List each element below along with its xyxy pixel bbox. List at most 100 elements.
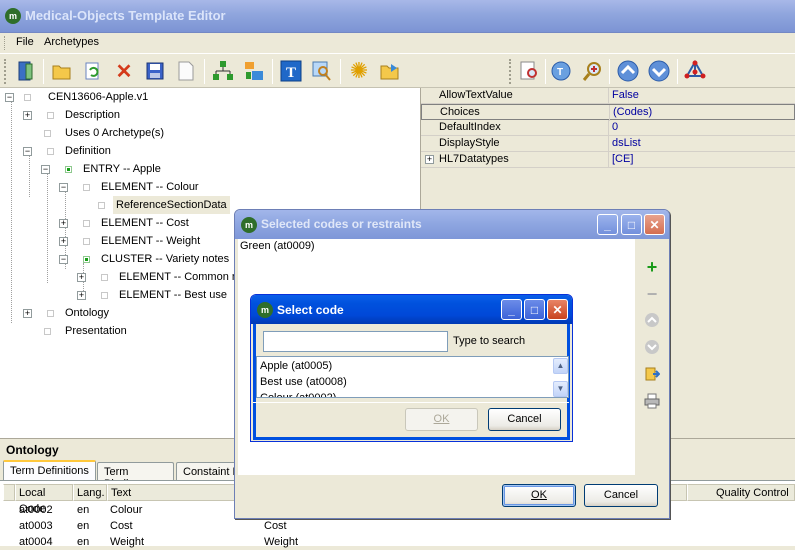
search-input[interactable]: [263, 331, 448, 352]
property-value[interactable]: (Codes): [613, 105, 652, 120]
text-icon[interactable]: T: [278, 58, 304, 84]
column-header[interactable]: Quality Control: [687, 484, 795, 501]
column-header[interactable]: Lang.: [73, 484, 107, 501]
tree-node-element-colour[interactable]: − ELEMENT -- Colour: [59, 178, 359, 196]
dialog-title-bar[interactable]: m Selected codes or restraints _ □ ✕: [235, 210, 669, 239]
tree-node-root[interactable]: − CEN13606-Apple.v1: [5, 88, 305, 106]
property-row-selected[interactable]: Choices (Codes): [421, 104, 795, 121]
node-checkbox[interactable]: [83, 183, 91, 191]
delete-icon[interactable]: ✕: [111, 58, 137, 84]
move-down-icon[interactable]: [646, 58, 672, 84]
list-item[interactable]: Best use (at0008): [260, 374, 347, 390]
node-checkbox[interactable]: [24, 93, 32, 101]
list-item[interactable]: Apple (at0005): [260, 358, 332, 374]
property-value[interactable]: False: [612, 88, 639, 103]
expand-icon[interactable]: +: [425, 155, 434, 164]
tree-node-definition[interactable]: − Definition: [23, 142, 323, 160]
collapse-icon[interactable]: −: [23, 146, 32, 156]
property-row[interactable]: AllowTextValue False: [421, 88, 795, 104]
minimize-button[interactable]: _: [597, 214, 618, 235]
node-checkbox[interactable]: [47, 309, 55, 317]
node-checkbox-checked[interactable]: [83, 255, 91, 263]
property-value[interactable]: 0: [612, 120, 618, 135]
minimize-button[interactable]: _: [501, 299, 522, 320]
tab-constraint-definitions[interactable]: Constaint D: [176, 462, 236, 480]
zoom-in-icon[interactable]: [579, 58, 605, 84]
collapse-icon[interactable]: −: [41, 164, 50, 174]
list-item[interactable]: Green (at0009): [240, 240, 315, 252]
node-checkbox[interactable]: [44, 327, 51, 335]
property-row[interactable]: + HL7Datatypes [CE]: [421, 152, 795, 168]
tab-term-binding[interactable]: Term Binding: [97, 462, 174, 490]
node-checkbox[interactable]: [101, 291, 109, 299]
search-map-icon[interactable]: [309, 58, 335, 84]
text-circle-icon[interactable]: T: [548, 58, 574, 84]
node-checkbox[interactable]: [83, 237, 91, 245]
dialog-divider: [253, 402, 569, 403]
close-button[interactable]: ✕: [547, 299, 568, 320]
close-button[interactable]: ✕: [644, 214, 665, 235]
cancel-button[interactable]: Cancel: [584, 484, 658, 507]
tab-term-definitions[interactable]: Term Definitions: [3, 460, 96, 481]
open-folder-icon[interactable]: [49, 58, 75, 84]
hierarchy-icon[interactable]: [210, 58, 236, 84]
tree-node-entry[interactable]: − ENTRY -- Apple: [41, 160, 341, 178]
collapse-icon[interactable]: −: [59, 254, 68, 264]
expand-icon[interactable]: +: [59, 236, 68, 246]
expand-icon[interactable]: +: [59, 218, 68, 228]
property-row[interactable]: DisplayStyle dsList: [421, 136, 795, 152]
expand-icon[interactable]: +: [23, 308, 32, 318]
app-logo-icon: m: [241, 217, 257, 233]
expand-icon[interactable]: +: [77, 272, 86, 282]
scroll-up-icon[interactable]: ▲: [553, 358, 568, 374]
cancel-button[interactable]: Cancel: [488, 408, 561, 431]
expand-icon[interactable]: +: [23, 110, 32, 120]
collapse-icon[interactable]: −: [5, 92, 14, 102]
move-down-icon[interactable]: [643, 338, 661, 356]
column-header[interactable]: Local Code: [15, 484, 73, 515]
new-document-icon[interactable]: [173, 58, 199, 84]
node-checkbox[interactable]: [47, 111, 55, 119]
node-checkbox[interactable]: [98, 201, 105, 209]
node-checkbox[interactable]: [44, 129, 51, 137]
property-value[interactable]: [CE]: [612, 152, 633, 167]
list-item[interactable]: Colour (at0002): [260, 390, 336, 397]
dialog-title: Select code: [277, 303, 344, 317]
tree-node-uses[interactable]: Uses 0 Archetype(s): [23, 124, 323, 142]
refresh-icon[interactable]: [80, 58, 106, 84]
menu-archetypes[interactable]: Archetypes: [44, 36, 99, 48]
ok-button[interactable]: OK: [405, 408, 478, 431]
collapse-icon[interactable]: −: [59, 182, 68, 192]
main-title-bar[interactable]: m Medical-Objects Template Editor: [0, 0, 795, 33]
move-up-icon[interactable]: [615, 58, 641, 84]
node-checkbox-checked[interactable]: [65, 165, 73, 173]
tree-node-description[interactable]: + Description: [23, 106, 323, 124]
maximize-button[interactable]: □: [621, 214, 642, 235]
node-checkbox[interactable]: [47, 147, 55, 155]
structure-icon[interactable]: [241, 58, 267, 84]
dialog-title-bar[interactable]: m Select code _ □ ✕: [251, 295, 572, 324]
node-checkbox[interactable]: [101, 273, 109, 281]
print-icon[interactable]: [643, 392, 661, 410]
move-up-icon[interactable]: [643, 311, 661, 329]
cell-lang: en: [77, 520, 90, 532]
property-value[interactable]: dsList: [612, 136, 641, 151]
add-icon[interactable]: +: [643, 257, 661, 277]
code-list[interactable]: Apple (at0005) Best use (at0008) Colour …: [256, 356, 569, 398]
menu-file[interactable]: File: [16, 36, 34, 48]
expand-icon[interactable]: +: [77, 290, 86, 300]
ok-button[interactable]: OK: [502, 484, 576, 507]
menu-grip: [4, 36, 7, 50]
property-row[interactable]: DefaultIndex 0: [421, 120, 795, 136]
scroll-down-icon[interactable]: ▼: [553, 381, 568, 397]
maximize-button[interactable]: □: [524, 299, 545, 320]
export-icon[interactable]: [643, 365, 661, 383]
exit-icon[interactable]: [13, 58, 39, 84]
zoom-page-icon[interactable]: [516, 58, 542, 84]
settings-gear-icon[interactable]: ✺: [346, 58, 372, 84]
remove-icon[interactable]: −: [643, 284, 661, 304]
node-checkbox[interactable]: [83, 219, 91, 227]
save-icon[interactable]: [142, 58, 168, 84]
nodes-icon[interactable]: [682, 58, 708, 84]
folder-open-icon[interactable]: [377, 58, 403, 84]
